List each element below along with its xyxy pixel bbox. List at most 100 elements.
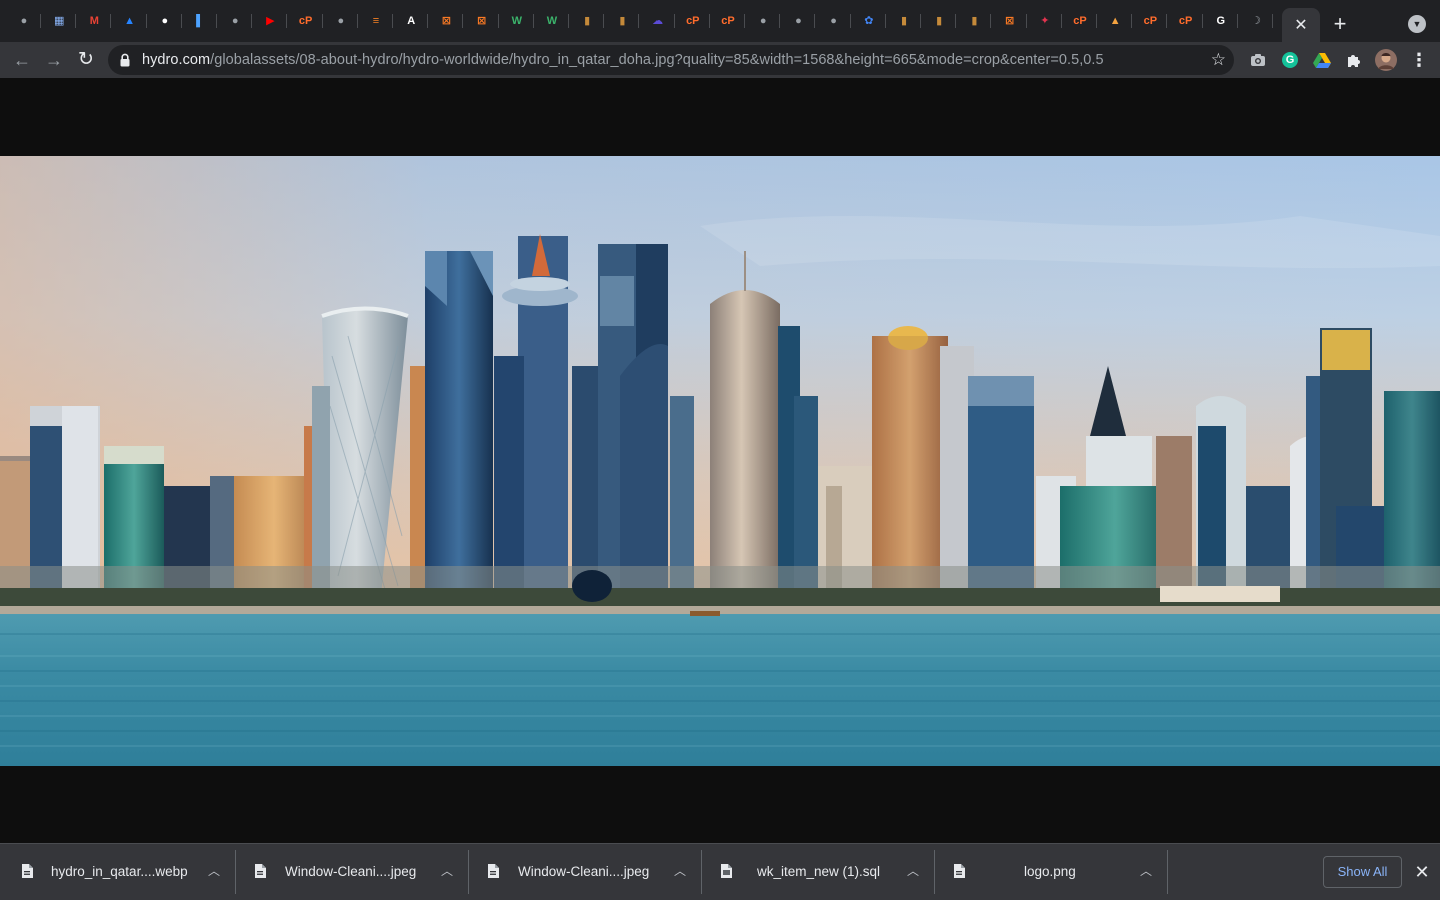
reload-button[interactable]: ↻ <box>74 48 98 72</box>
tab[interactable]: cP <box>676 8 710 34</box>
tab-search-chevron-icon[interactable]: ▼ <box>1408 15 1426 33</box>
download-item[interactable]: hydro_in_qatar....webp ︿ <box>4 844 236 900</box>
grammarly-letter: G <box>1282 52 1298 68</box>
bookmark-icon: ▮ <box>936 15 943 27</box>
tab[interactable]: ≡ <box>359 8 393 34</box>
tab[interactable]: G <box>1204 8 1238 34</box>
tab[interactable]: ▮ <box>570 8 605 34</box>
tab[interactable]: ● <box>218 8 253 34</box>
tab[interactable]: ☁ <box>641 8 675 34</box>
tab[interactable]: ✿ <box>852 8 886 34</box>
close-tab-icon[interactable]: ✕ <box>1294 15 1307 35</box>
tab[interactable]: ⊠ <box>465 8 499 34</box>
tab[interactable]: cP <box>289 8 323 34</box>
file-icon <box>954 864 965 878</box>
cpanel-icon: cP <box>1073 15 1087 27</box>
download-item[interactable]: Window-Cleani....jpeg ︿ <box>237 844 469 900</box>
tab[interactable]: ✦ <box>1028 8 1062 34</box>
tab[interactable]: ▶ <box>253 8 288 34</box>
xampp-icon: ⊠ <box>441 15 451 27</box>
cpanel-icon: cP <box>1178 15 1193 27</box>
tab[interactable]: ● <box>817 8 851 34</box>
tab[interactable]: ▲ <box>1098 8 1133 34</box>
download-item[interactable]: logo.png ︿ <box>936 844 1168 900</box>
tab[interactable]: ⊠ <box>429 8 464 34</box>
tab[interactable]: ▌ <box>183 8 217 34</box>
download-shelf: hydro_in_qatar....webp ︿ Window-Cleani..… <box>0 843 1440 900</box>
back-button[interactable]: ← <box>10 48 34 72</box>
tab[interactable]: ▮ <box>605 8 640 34</box>
cpanel-icon: cP <box>1143 15 1158 27</box>
google-drive-icon[interactable] <box>1313 51 1331 69</box>
doha-skyline-image <box>0 156 1440 766</box>
angular-icon: A <box>407 15 416 27</box>
download-item[interactable]: wk_item_new (1).sql ︿ <box>703 844 935 900</box>
chevron-up-icon[interactable]: ︿ <box>672 863 688 879</box>
download-filename: wk_item_new (1).sql <box>757 864 881 879</box>
file-icon <box>255 864 266 878</box>
globe-icon: ● <box>830 15 837 27</box>
wordpress-icon: W <box>546 15 558 27</box>
globe-icon: ● <box>20 15 28 27</box>
tab[interactable]: ▮ <box>957 8 992 34</box>
lock-icon[interactable] <box>120 53 130 67</box>
tab[interactable]: A <box>394 8 429 34</box>
tab[interactable]: cP <box>1169 8 1203 34</box>
bookmark-icon: ▮ <box>584 15 591 27</box>
tab[interactable]: cP <box>1063 8 1097 34</box>
close-shelf-icon[interactable]: ✕ <box>1412 860 1432 884</box>
tab[interactable]: cP <box>1133 8 1168 34</box>
mountain-icon: ▲ <box>1109 15 1121 27</box>
atlassian-icon: ▲ <box>124 15 136 27</box>
tab[interactable]: cP <box>711 8 745 34</box>
tab[interactable]: ● <box>746 8 781 34</box>
globe-icon: ● <box>337 15 345 27</box>
file-icon <box>22 864 33 878</box>
cpanel-icon: cP <box>298 15 313 27</box>
tab[interactable]: ⊠ <box>993 8 1027 34</box>
tab[interactable]: ▮ <box>922 8 957 34</box>
tab[interactable]: W <box>535 8 569 34</box>
tab-strip: ● ▦ M ▲ ● ▌ ● ▶ cP ● ≡ A ⊠ ⊠ W W ▮ ▮ ☁ cP cP ● ● ● ✿ ▮ ▮ ▮ ⊠ ✦ cP ▲ cP cP… <box>0 0 1440 42</box>
chevron-up-icon[interactable]: ︿ <box>1138 863 1154 879</box>
file-icon <box>488 864 499 878</box>
tab[interactable]: ▮ <box>887 8 921 34</box>
chevron-up-icon[interactable]: ︿ <box>439 863 455 879</box>
chevron-up-icon[interactable]: ︿ <box>206 863 222 879</box>
browser-toolbar: ← → ↻ hydro.com/globalassets/08-about-hy… <box>0 42 1440 78</box>
tab[interactable]: W <box>500 8 534 34</box>
download-filename: Window-Cleani....jpeg <box>518 864 650 879</box>
url-text[interactable]: hydro.com/globalassets/08-about-hydro/hy… <box>142 45 1104 75</box>
google-icon: G <box>1216 15 1226 27</box>
active-tab[interactable]: ✕ <box>1282 8 1320 42</box>
profile-avatar[interactable] <box>1375 49 1397 71</box>
tab[interactable]: ● <box>148 8 182 34</box>
bookmark-icon: ▮ <box>900 15 908 27</box>
tab[interactable]: ▦ <box>42 8 77 34</box>
cpanel-icon: cP <box>686 15 700 27</box>
extensions-puzzle-icon[interactable] <box>1345 51 1363 69</box>
tab[interactable]: ▲ <box>113 8 147 34</box>
tab[interactable]: ● <box>7 8 41 34</box>
bookmark-star-icon[interactable]: ☆ <box>1211 49 1226 71</box>
grammarly-icon[interactable]: G <box>1281 51 1299 69</box>
browser-menu-icon[interactable]: ⋮ <box>1410 49 1428 71</box>
cloud-icon: ☁ <box>652 15 664 27</box>
camera-extension-icon[interactable] <box>1249 51 1267 69</box>
xampp-icon: ⊠ <box>476 15 487 27</box>
url-path: /globalassets/08-about-hydro/hydro-world… <box>210 52 1104 68</box>
chevron-up-icon[interactable]: ︿ <box>905 863 921 879</box>
forward-button[interactable]: → <box>42 48 66 72</box>
show-all-downloads-button[interactable]: Show All <box>1323 856 1402 888</box>
tab[interactable]: ● <box>781 8 816 34</box>
globe-icon: ● <box>161 15 169 27</box>
address-bar[interactable]: hydro.com/globalassets/08-about-hydro/hy… <box>108 45 1234 75</box>
tab[interactable]: ● <box>324 8 358 34</box>
globe-icon: ● <box>795 15 802 27</box>
cpanel-icon: cP <box>721 15 735 27</box>
new-tab-button[interactable]: + <box>1328 12 1352 36</box>
tab[interactable]: ☽ <box>1239 8 1273 34</box>
tab[interactable]: M <box>77 8 112 34</box>
download-item[interactable]: Window-Cleani....jpeg ︿ <box>470 844 702 900</box>
sql-file-icon <box>721 864 732 878</box>
